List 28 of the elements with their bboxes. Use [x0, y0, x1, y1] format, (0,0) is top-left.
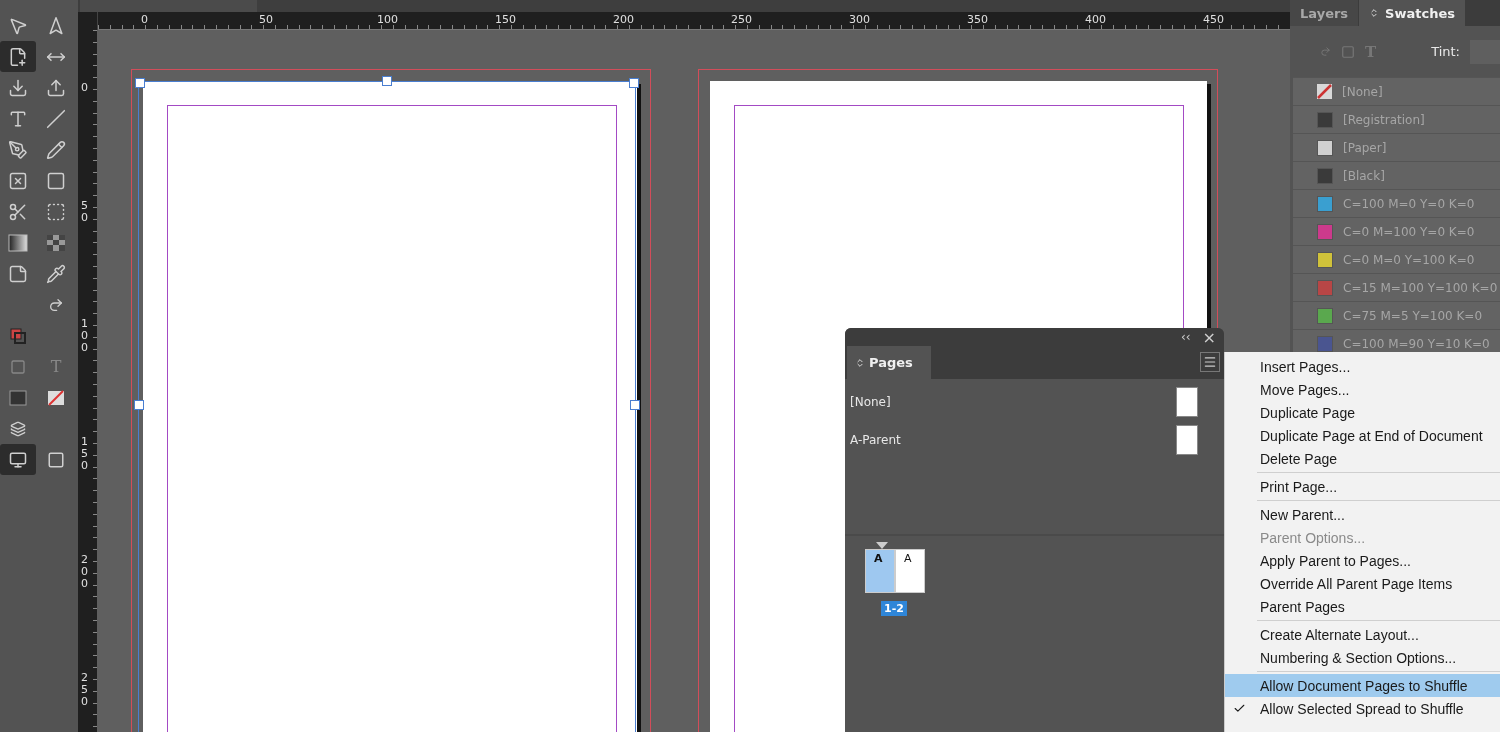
swatch-name: C=0 M=0 Y=100 K=0 — [1343, 252, 1475, 267]
swatch-name: C=75 M=5 Y=100 K=0 — [1343, 308, 1483, 323]
swatch-name: [Black] — [1343, 168, 1385, 183]
ruler-label: 50 — [81, 200, 89, 225]
spread-label: 1-2 — [881, 601, 907, 616]
swatch-name: C=15 M=100 Y=100 K=0 — [1343, 280, 1498, 295]
ruler-label: 200 — [613, 13, 634, 26]
ruler-label: 0 — [81, 82, 89, 95]
swatch-name: C=0 M=100 Y=0 K=0 — [1343, 224, 1475, 239]
ruler-label: 0 — [141, 13, 148, 26]
ruler-label: 100 — [81, 318, 89, 355]
ruler-label: 350 — [967, 13, 988, 26]
ruler-label: 200 — [81, 554, 89, 591]
swatch-name: [Registration] — [1343, 112, 1425, 127]
tint-label: Tint: — [1431, 44, 1460, 59]
ruler-label: 300 — [849, 13, 870, 26]
swatch-name: [None] — [1342, 84, 1383, 99]
ruler-label: 150 — [81, 436, 89, 473]
swatch-name: [Paper] — [1343, 140, 1387, 155]
ruler-label: 400 — [1085, 13, 1106, 26]
swatch-name: C=100 M=0 Y=0 K=0 — [1343, 196, 1475, 211]
ruler-label: 50 — [259, 13, 273, 26]
ruler-label: 450 — [1203, 13, 1224, 26]
swatch-name: C=100 M=90 Y=10 K=0 — [1343, 336, 1490, 351]
ruler-label: 250 — [731, 13, 752, 26]
ruler-label: 150 — [495, 13, 516, 26]
ruler-label: 100 — [377, 13, 398, 26]
ruler-label: 250 — [81, 672, 89, 709]
